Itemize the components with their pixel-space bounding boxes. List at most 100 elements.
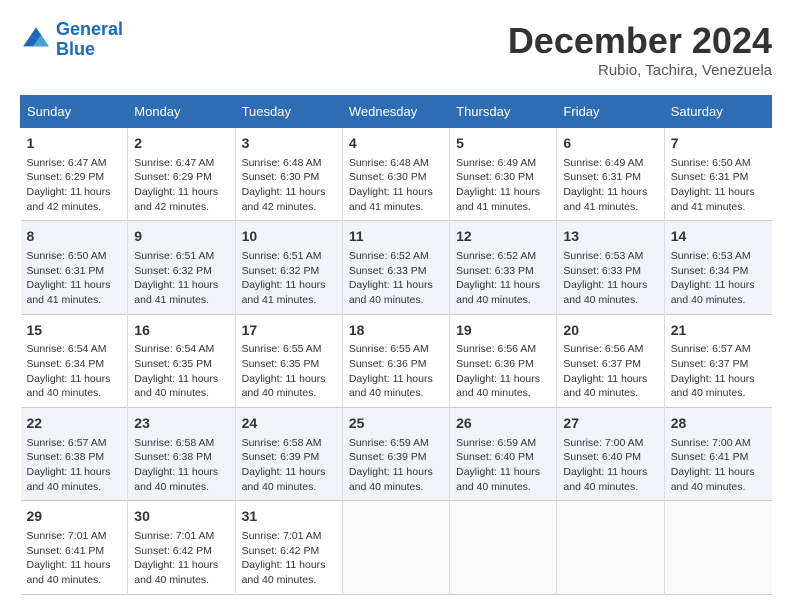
calendar-cell: 3Sunrise: 6:48 AM Sunset: 6:30 PM Daylig… xyxy=(235,128,342,221)
day-number: 14 xyxy=(671,227,766,247)
calendar-cell xyxy=(342,501,449,594)
calendar-cell: 25Sunrise: 6:59 AM Sunset: 6:39 PM Dayli… xyxy=(342,408,449,501)
calendar-week-row: 15Sunrise: 6:54 AM Sunset: 6:34 PM Dayli… xyxy=(21,314,772,407)
page-header: General Blue December 2024 Rubio, Tachir… xyxy=(20,20,772,79)
day-number: 12 xyxy=(456,227,550,247)
day-info: Sunrise: 6:47 AM Sunset: 6:29 PM Dayligh… xyxy=(27,156,122,215)
calendar-week-row: 1Sunrise: 6:47 AM Sunset: 6:29 PM Daylig… xyxy=(21,128,772,221)
calendar-cell: 30Sunrise: 7:01 AM Sunset: 6:42 PM Dayli… xyxy=(128,501,235,594)
calendar-cell: 18Sunrise: 6:55 AM Sunset: 6:36 PM Dayli… xyxy=(342,314,449,407)
day-info: Sunrise: 6:59 AM Sunset: 6:40 PM Dayligh… xyxy=(456,436,550,495)
day-info: Sunrise: 6:48 AM Sunset: 6:30 PM Dayligh… xyxy=(349,156,443,215)
day-number: 16 xyxy=(134,321,228,341)
calendar-cell xyxy=(450,501,557,594)
day-info: Sunrise: 7:00 AM Sunset: 6:41 PM Dayligh… xyxy=(671,436,766,495)
day-info: Sunrise: 6:53 AM Sunset: 6:34 PM Dayligh… xyxy=(671,249,766,308)
day-info: Sunrise: 6:53 AM Sunset: 6:33 PM Dayligh… xyxy=(563,249,657,308)
calendar-table: SundayMondayTuesdayWednesdayThursdayFrid… xyxy=(20,95,772,595)
day-of-week-header: Wednesday xyxy=(342,96,449,128)
day-number: 30 xyxy=(134,507,228,527)
calendar-cell: 8Sunrise: 6:50 AM Sunset: 6:31 PM Daylig… xyxy=(21,221,128,314)
title-block: December 2024 Rubio, Tachira, Venezuela xyxy=(508,20,772,79)
day-info: Sunrise: 6:57 AM Sunset: 6:37 PM Dayligh… xyxy=(671,342,766,401)
day-of-week-header: Monday xyxy=(128,96,235,128)
day-number: 22 xyxy=(27,414,122,434)
day-info: Sunrise: 6:49 AM Sunset: 6:30 PM Dayligh… xyxy=(456,156,550,215)
day-number: 29 xyxy=(27,507,122,527)
day-number: 9 xyxy=(134,227,228,247)
calendar-cell: 2Sunrise: 6:47 AM Sunset: 6:29 PM Daylig… xyxy=(128,128,235,221)
calendar-cell xyxy=(557,501,664,594)
day-number: 1 xyxy=(27,134,122,154)
day-info: Sunrise: 6:50 AM Sunset: 6:31 PM Dayligh… xyxy=(671,156,766,215)
day-number: 21 xyxy=(671,321,766,341)
calendar-cell: 24Sunrise: 6:58 AM Sunset: 6:39 PM Dayli… xyxy=(235,408,342,501)
day-number: 18 xyxy=(349,321,443,341)
calendar-cell: 26Sunrise: 6:59 AM Sunset: 6:40 PM Dayli… xyxy=(450,408,557,501)
calendar-cell: 28Sunrise: 7:00 AM Sunset: 6:41 PM Dayli… xyxy=(664,408,771,501)
day-number: 26 xyxy=(456,414,550,434)
calendar-cell: 31Sunrise: 7:01 AM Sunset: 6:42 PM Dayli… xyxy=(235,501,342,594)
logo-text: General Blue xyxy=(56,20,123,60)
day-info: Sunrise: 6:55 AM Sunset: 6:36 PM Dayligh… xyxy=(349,342,443,401)
header-row: SundayMondayTuesdayWednesdayThursdayFrid… xyxy=(21,96,772,128)
calendar-cell: 15Sunrise: 6:54 AM Sunset: 6:34 PM Dayli… xyxy=(21,314,128,407)
calendar-cell: 29Sunrise: 7:01 AM Sunset: 6:41 PM Dayli… xyxy=(21,501,128,594)
calendar-cell: 10Sunrise: 6:51 AM Sunset: 6:32 PM Dayli… xyxy=(235,221,342,314)
logo-icon xyxy=(20,24,52,56)
location: Rubio, Tachira, Venezuela xyxy=(508,62,772,79)
calendar-cell: 20Sunrise: 6:56 AM Sunset: 6:37 PM Dayli… xyxy=(557,314,664,407)
day-info: Sunrise: 6:49 AM Sunset: 6:31 PM Dayligh… xyxy=(563,156,657,215)
calendar-cell: 17Sunrise: 6:55 AM Sunset: 6:35 PM Dayli… xyxy=(235,314,342,407)
calendar-cell xyxy=(664,501,771,594)
day-info: Sunrise: 7:01 AM Sunset: 6:41 PM Dayligh… xyxy=(27,529,122,588)
day-number: 25 xyxy=(349,414,443,434)
day-number: 5 xyxy=(456,134,550,154)
calendar-cell: 27Sunrise: 7:00 AM Sunset: 6:40 PM Dayli… xyxy=(557,408,664,501)
day-number: 10 xyxy=(242,227,336,247)
day-number: 19 xyxy=(456,321,550,341)
day-info: Sunrise: 6:51 AM Sunset: 6:32 PM Dayligh… xyxy=(134,249,228,308)
day-of-week-header: Friday xyxy=(557,96,664,128)
calendar-cell: 9Sunrise: 6:51 AM Sunset: 6:32 PM Daylig… xyxy=(128,221,235,314)
day-info: Sunrise: 6:51 AM Sunset: 6:32 PM Dayligh… xyxy=(242,249,336,308)
day-info: Sunrise: 6:52 AM Sunset: 6:33 PM Dayligh… xyxy=(349,249,443,308)
day-info: Sunrise: 6:47 AM Sunset: 6:29 PM Dayligh… xyxy=(134,156,228,215)
day-info: Sunrise: 6:58 AM Sunset: 6:38 PM Dayligh… xyxy=(134,436,228,495)
day-of-week-header: Saturday xyxy=(664,96,771,128)
calendar-cell: 16Sunrise: 6:54 AM Sunset: 6:35 PM Dayli… xyxy=(128,314,235,407)
day-number: 20 xyxy=(563,321,657,341)
day-info: Sunrise: 6:59 AM Sunset: 6:39 PM Dayligh… xyxy=(349,436,443,495)
day-info: Sunrise: 6:52 AM Sunset: 6:33 PM Dayligh… xyxy=(456,249,550,308)
day-number: 31 xyxy=(242,507,336,527)
calendar-week-row: 29Sunrise: 7:01 AM Sunset: 6:41 PM Dayli… xyxy=(21,501,772,594)
day-info: Sunrise: 6:50 AM Sunset: 6:31 PM Dayligh… xyxy=(27,249,122,308)
day-number: 4 xyxy=(349,134,443,154)
day-number: 15 xyxy=(27,321,122,341)
logo-line1: General xyxy=(56,19,123,39)
day-number: 27 xyxy=(563,414,657,434)
calendar-cell: 1Sunrise: 6:47 AM Sunset: 6:29 PM Daylig… xyxy=(21,128,128,221)
calendar-week-row: 8Sunrise: 6:50 AM Sunset: 6:31 PM Daylig… xyxy=(21,221,772,314)
day-info: Sunrise: 6:55 AM Sunset: 6:35 PM Dayligh… xyxy=(242,342,336,401)
day-info: Sunrise: 6:48 AM Sunset: 6:30 PM Dayligh… xyxy=(242,156,336,215)
logo-line2: Blue xyxy=(56,39,95,59)
day-number: 6 xyxy=(563,134,657,154)
calendar-cell: 12Sunrise: 6:52 AM Sunset: 6:33 PM Dayli… xyxy=(450,221,557,314)
day-number: 2 xyxy=(134,134,228,154)
day-number: 8 xyxy=(27,227,122,247)
calendar-cell: 7Sunrise: 6:50 AM Sunset: 6:31 PM Daylig… xyxy=(664,128,771,221)
day-info: Sunrise: 7:01 AM Sunset: 6:42 PM Dayligh… xyxy=(134,529,228,588)
day-number: 17 xyxy=(242,321,336,341)
day-info: Sunrise: 7:01 AM Sunset: 6:42 PM Dayligh… xyxy=(242,529,336,588)
calendar-cell: 4Sunrise: 6:48 AM Sunset: 6:30 PM Daylig… xyxy=(342,128,449,221)
day-info: Sunrise: 6:56 AM Sunset: 6:37 PM Dayligh… xyxy=(563,342,657,401)
day-of-week-header: Sunday xyxy=(21,96,128,128)
day-info: Sunrise: 6:56 AM Sunset: 6:36 PM Dayligh… xyxy=(456,342,550,401)
day-number: 7 xyxy=(671,134,766,154)
day-info: Sunrise: 6:54 AM Sunset: 6:34 PM Dayligh… xyxy=(27,342,122,401)
day-number: 11 xyxy=(349,227,443,247)
calendar-cell: 19Sunrise: 6:56 AM Sunset: 6:36 PM Dayli… xyxy=(450,314,557,407)
logo: General Blue xyxy=(20,20,123,60)
day-of-week-header: Tuesday xyxy=(235,96,342,128)
